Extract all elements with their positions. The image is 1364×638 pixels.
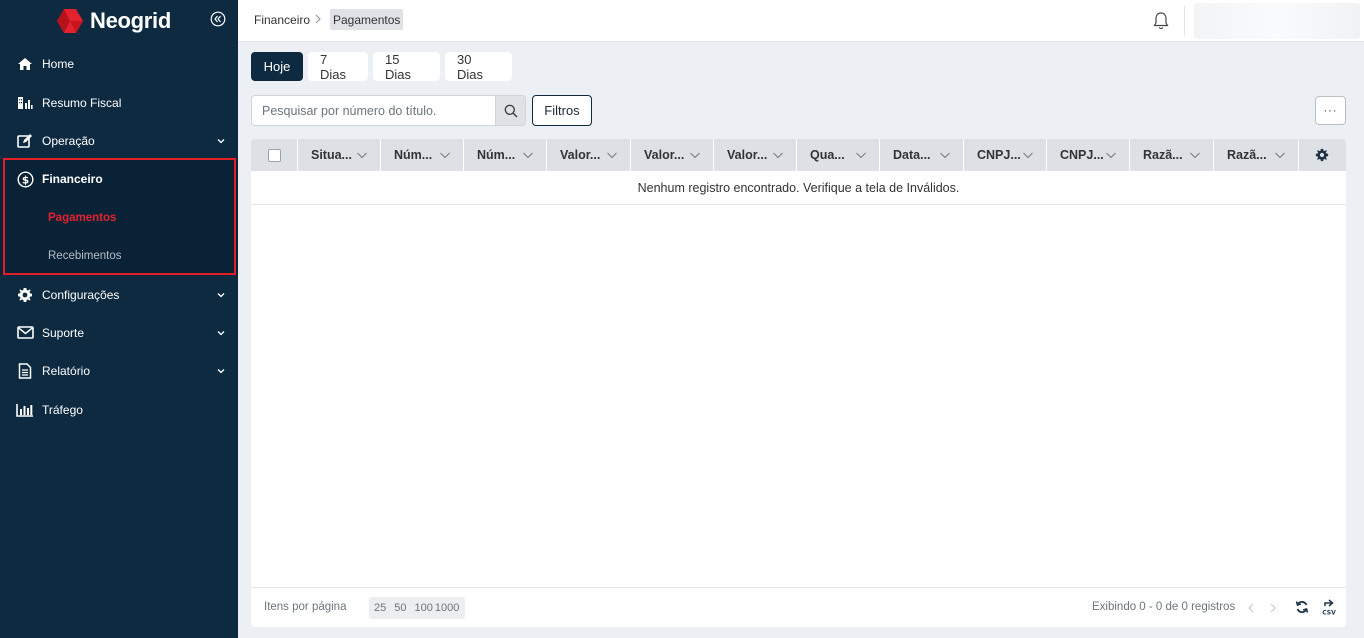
sidebar-item-home[interactable]: Home [0, 45, 238, 83]
sidebar-item-label: Suporte [42, 325, 85, 340]
sidebar-item-resumo-fiscal[interactable]: Resumo Fiscal [0, 83, 238, 121]
column-header[interactable]: CNPJ... [1047, 139, 1130, 171]
sidebar-item-operacao[interactable]: Operação [0, 122, 238, 160]
filters-button[interactable]: Filtros [532, 95, 592, 126]
next-page-icon[interactable] [1269, 602, 1277, 614]
page-size-option[interactable]: 1000 [435, 602, 459, 614]
tab-hoje[interactable]: Hoje [251, 52, 303, 81]
chevron-down-icon [440, 152, 450, 159]
breadcrumb-pagamentos: Pagamentos [330, 9, 404, 30]
chevron-down-icon [940, 152, 950, 159]
csv-export-icon[interactable]: CSV [1321, 598, 1337, 616]
bell-icon[interactable] [1152, 11, 1170, 31]
bar-chart-icon [16, 401, 34, 419]
chevron-down-icon [690, 152, 700, 159]
neogrid-logo-icon [57, 9, 83, 33]
sidebar-item-label: Home [42, 57, 75, 72]
column-settings-cell[interactable] [1299, 139, 1345, 171]
chevron-down-icon [1275, 152, 1285, 159]
chevron-down-icon [773, 152, 783, 159]
select-all-checkbox[interactable] [267, 148, 281, 162]
sidebar-item-trafego[interactable]: Tráfego [0, 391, 238, 429]
chevron-down-icon [856, 152, 866, 159]
record-count: Exibindo 0 - 0 de 0 registros [1092, 601, 1236, 613]
grid-footer: Itens por página 25 50 100 1000 Exibindo… [251, 587, 1346, 627]
more-options-button[interactable]: ··· [1315, 96, 1346, 125]
svg-text:$: $ [21, 174, 28, 186]
svg-text:CSV: CSV [1322, 610, 1336, 617]
column-header[interactable]: Núm... [464, 139, 547, 171]
column-header[interactable]: Núm... [381, 139, 464, 171]
sidebar-item-label: Resumo Fiscal [42, 95, 122, 110]
prev-page-icon[interactable] [1247, 602, 1255, 614]
column-header[interactable]: Valor... [547, 139, 631, 171]
chevron-down-icon [217, 369, 225, 374]
logo-row: Neogrid [0, 0, 238, 42]
column-header[interactable]: Razã... [1130, 139, 1214, 171]
sidebar-item-suporte[interactable]: Suporte [0, 314, 238, 352]
financeiro-group: $ Financeiro Pagamentos Recebimentos [0, 160, 238, 276]
envelope-icon [16, 324, 34, 342]
sidebar-item-relatorio[interactable]: Relatório [0, 352, 238, 390]
gear-icon [1315, 148, 1329, 162]
page-size-option[interactable]: 100 [415, 602, 433, 614]
chevron-down-icon [523, 152, 533, 159]
collapse-sidebar-icon[interactable] [210, 11, 226, 27]
data-grid: Situa... Núm... Núm... Valor... Valor...… [251, 139, 1346, 627]
search-input[interactable] [252, 96, 495, 125]
sidebar-item-label: Operação [42, 133, 95, 148]
chevron-down-icon [1106, 152, 1116, 159]
items-per-page-label: Itens por página [264, 601, 347, 613]
dollar-circle-icon: $ [16, 170, 34, 188]
document-icon [16, 362, 34, 380]
column-header[interactable]: Situa... [298, 139, 381, 171]
column-header[interactable]: CNPJ... [964, 139, 1047, 171]
column-header[interactable]: Data... [880, 139, 964, 171]
building-chart-icon [16, 94, 34, 112]
search-box [251, 95, 526, 126]
page-size-option[interactable]: 50 [394, 602, 406, 614]
search-button[interactable] [495, 96, 525, 125]
home-icon [16, 55, 34, 73]
sidebar-item-label: Relatório [42, 364, 91, 379]
chevron-down-icon [1023, 152, 1033, 159]
page-size-option[interactable]: 25 [374, 602, 386, 614]
chevron-down-icon [357, 152, 367, 159]
brand-name: Neogrid [90, 8, 172, 33]
grid-header: Situa... Núm... Núm... Valor... Valor...… [251, 139, 1346, 171]
edit-icon [16, 132, 34, 150]
breadcrumb-financeiro[interactable]: Financeiro [254, 13, 310, 27]
chevron-down-icon [217, 139, 225, 144]
chevron-down-icon [607, 152, 617, 159]
topbar: Financeiro Pagamentos [238, 0, 1364, 42]
chevron-down-icon [217, 292, 225, 297]
select-all-cell [251, 139, 298, 171]
chevron-down-icon [1190, 152, 1200, 159]
tab-30-dias[interactable]: 30 Dias [445, 52, 512, 82]
column-header[interactable]: Valor... [631, 139, 714, 171]
tab-15-dias[interactable]: 15 Dias [373, 52, 440, 82]
sidebar-item-configuracoes[interactable]: Configurações [0, 275, 238, 313]
sidebar-nav: Home Resumo Fiscal Operação $ Financeiro… [0, 45, 238, 429]
tab-7-dias[interactable]: 7 Dias [308, 52, 368, 82]
sidebar-item-label: Configurações [42, 287, 120, 302]
column-header[interactable]: Qua... [797, 139, 880, 171]
sidebar-item-financeiro[interactable]: $ Financeiro [0, 160, 238, 198]
sidebar-subitem-pagamentos[interactable]: Pagamentos [0, 199, 238, 237]
search-icon [504, 104, 518, 118]
page-size-selector: 25 50 100 1000 [369, 597, 465, 619]
empty-message: Nenhum registro encontrado. Verifique a … [251, 171, 1346, 205]
column-header[interactable]: Valor... [714, 139, 797, 171]
user-menu[interactable] [1194, 3, 1360, 39]
sidebar: Neogrid Home Resumo Fiscal Operação $ Fi… [0, 0, 238, 638]
sidebar-item-label: Financeiro [42, 172, 103, 187]
sidebar-subitem-recebimentos[interactable]: Recebimentos [0, 237, 238, 275]
sidebar-item-label: Tráfego [42, 402, 83, 417]
column-header[interactable]: Razã... [1214, 139, 1299, 171]
refresh-icon[interactable] [1295, 600, 1309, 614]
chevron-right-icon [315, 14, 321, 24]
topbar-divider [1184, 6, 1185, 36]
chevron-down-icon [217, 330, 225, 336]
gear-icon [16, 286, 34, 304]
